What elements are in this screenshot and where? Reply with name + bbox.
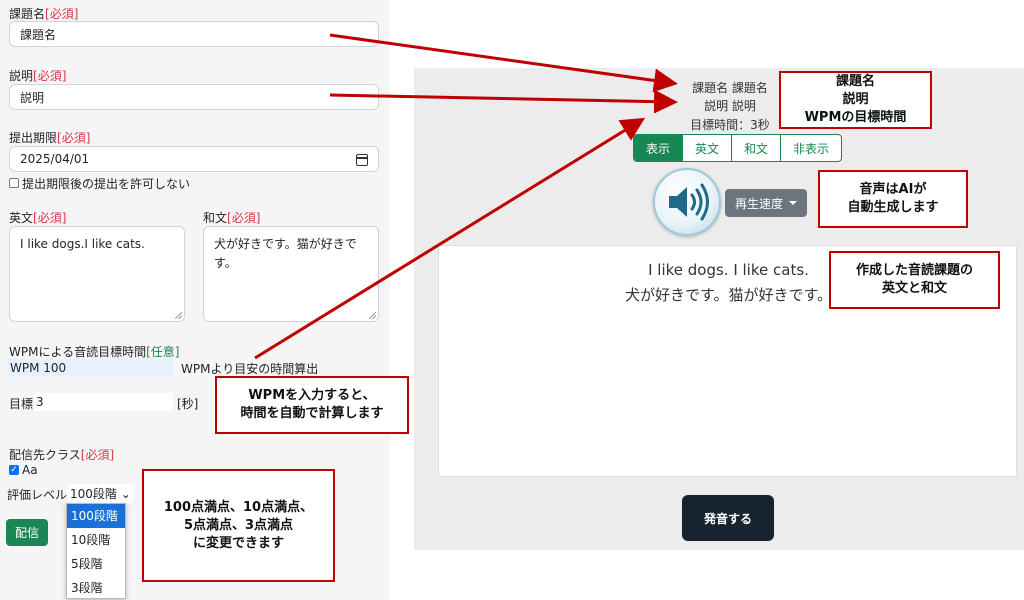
tab-japanese[interactable]: 和文 <box>731 135 780 161</box>
late-submission-checkbox[interactable] <box>9 178 19 188</box>
wpm-input[interactable]: WPM 100 <box>8 359 173 377</box>
callout-eval-level: 100点満点、10点満点、 5点満点、3点満点 に変更できます <box>142 469 335 582</box>
late-submission-label: 提出期限後の提出を許可しない <box>22 177 191 191</box>
class-label: 配信先クラス[必須] <box>9 448 115 462</box>
callout-text: 作成した音読課題の 英文と和文 <box>829 251 1000 309</box>
class-option-label: Aa <box>22 463 38 477</box>
callout-title-desc-wpm: 課題名 説明 WPMの目標時間 <box>779 71 932 129</box>
submit-button[interactable]: 配信 <box>6 519 48 546</box>
japanese-label: 和文[必須] <box>203 211 261 225</box>
eval-level-dropdown: 100段階 10段階 5段階 3段階 <box>66 503 126 599</box>
wpm-hint: WPMより目安の時間算出 <box>181 362 319 376</box>
resize-handle[interactable] <box>369 312 376 319</box>
calendar-icon[interactable] <box>356 154 368 166</box>
deadline-input[interactable]: 2025/04/01 <box>9 146 379 172</box>
description-input[interactable]: 説明 <box>9 84 379 110</box>
playback-speed-dropdown[interactable]: 再生速度 <box>725 189 807 217</box>
target-unit: [秒] <box>177 397 199 411</box>
class-checkbox[interactable]: ✓ <box>9 465 19 475</box>
display-mode-tabs: 表示 英文 和文 非表示 <box>633 134 843 162</box>
callout-wpm: WPMを入力すると、 時間を自動で計算します <box>215 376 409 434</box>
tab-hide[interactable]: 非表示 <box>780 135 841 161</box>
caret-down-icon <box>789 201 797 205</box>
wpm-section-label: WPMによる音読目標時間[任意] <box>9 345 180 359</box>
eval-option[interactable]: 100段階 <box>67 504 125 528</box>
speaker-icon <box>669 183 709 221</box>
resize-handle[interactable] <box>175 312 182 319</box>
eval-option[interactable]: 3段階 <box>67 576 125 600</box>
eval-option[interactable]: 10段階 <box>67 528 125 552</box>
target-label: 目標 <box>9 397 34 411</box>
play-audio-button[interactable] <box>653 168 721 236</box>
tab-show[interactable]: 表示 <box>634 135 683 161</box>
eval-option[interactable]: 5段階 <box>67 552 125 576</box>
pronounce-button[interactable]: 発音する <box>682 495 774 541</box>
deadline-label: 提出期限[必須] <box>9 131 91 145</box>
chevron-down-icon: ⌄ <box>120 487 131 501</box>
title-label: 課題名[必須] <box>9 7 79 21</box>
title-input[interactable]: 課題名 <box>9 21 379 47</box>
eval-level-select[interactable]: 100段階 ⌄ <box>68 484 133 503</box>
tab-english[interactable]: 英文 <box>682 135 731 161</box>
eval-level-label: 評価レベル <box>7 488 68 502</box>
english-label: 英文[必須] <box>9 211 67 225</box>
english-textarea[interactable]: I like dogs.I like cats. <box>9 226 185 322</box>
description-label: 説明[必須] <box>9 69 67 83</box>
callout-ai-audio: 音声はAIが 自動生成します <box>818 170 968 228</box>
target-seconds-input[interactable]: 3 <box>34 393 173 411</box>
japanese-textarea[interactable]: 犬が好きです。猫が好きで す。 <box>203 226 379 322</box>
